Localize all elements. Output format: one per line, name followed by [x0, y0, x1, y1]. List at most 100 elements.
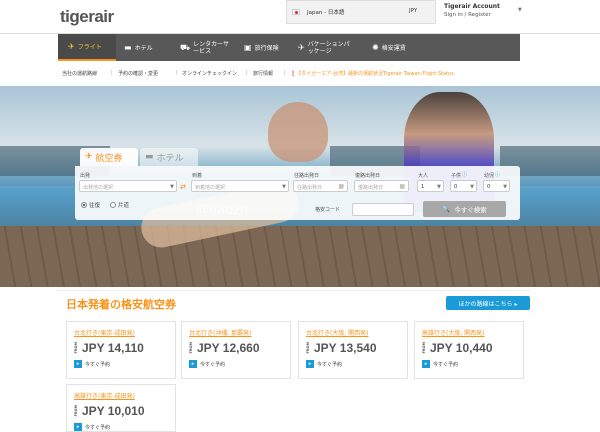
subnav-separator: |: [246, 70, 248, 76]
subnav-manage-booking-link[interactable]: 予約の確認・変更: [118, 70, 158, 77]
deal-route-link[interactable]: 台北行き(大阪, 関西発): [306, 328, 369, 337]
depart-select[interactable]: 出発地の選択 ▼: [79, 180, 177, 192]
info-icon[interactable]: ⓘ: [462, 171, 467, 178]
infant-label: 幼児: [484, 173, 495, 179]
deal-price: JPY 13,540: [314, 341, 377, 355]
depart-label: 出発: [80, 173, 91, 179]
from-label: FROM: [74, 342, 78, 354]
book-now-link[interactable]: 今すぐ予約: [433, 361, 458, 368]
from-label: FROM: [74, 405, 78, 417]
book-now-link[interactable]: 今すぐ予約: [200, 361, 225, 368]
from-label: FROM: [306, 342, 310, 354]
subnav-checkin-link[interactable]: オンラインチェックイン: [182, 70, 237, 77]
chevron-down-icon: ▼: [170, 184, 174, 190]
deal-card[interactable]: 台北行き(東京-成田発) FROM JPY 14,110 ▸ 今すぐ予約: [66, 321, 176, 379]
roundtrip-radio[interactable]: 往復: [81, 201, 100, 209]
more-routes-button[interactable]: ほかの路線はこちら ▸: [446, 296, 530, 310]
subnav-routes-link[interactable]: 当社の運航路線: [62, 70, 97, 77]
nav-insurance[interactable]: ▣ 旅行保険: [244, 34, 279, 61]
currency-label: JPY: [409, 8, 418, 14]
deal-price: JPY 12,660: [197, 341, 260, 355]
calendar-icon: ▦: [399, 183, 405, 190]
nav-vacation-package[interactable]: ✈ バケーションパッケージ: [298, 34, 358, 61]
package-icon: ✈: [298, 43, 305, 52]
chevron-down-icon[interactable]: ▼: [518, 7, 522, 13]
search-icon: 🔍: [442, 205, 451, 213]
radio-unchecked-icon: [110, 202, 116, 208]
adult-count-select[interactable]: 1 ▼: [417, 180, 444, 192]
deal-card[interactable]: 台北行き(大阪, 関西発) FROM JPY 13,540 ▸ 今すぐ予約: [298, 321, 408, 379]
infant-count-select[interactable]: 0 ▼: [483, 180, 510, 192]
oneway-radio[interactable]: 片道: [110, 201, 129, 209]
flight-status-alert-link[interactable]: ❗【タイガーエア-台湾】最新の運航状況Tigerair Taiwan Fligh…: [290, 70, 454, 77]
chevron-down-icon: ▼: [282, 184, 286, 190]
account-menu[interactable]: Tigerair Account Sign in / Register: [444, 3, 544, 18]
subnav-separator: |: [284, 70, 286, 76]
locale-selector[interactable]: Japan - 日本語 JPY: [286, 0, 436, 24]
sub-nav: 当社の運航路線 | 予約の確認・変更 | オンラインチェックイン | 旅行情報 …: [58, 61, 520, 86]
locale-name: Japan - 日本語: [307, 10, 345, 16]
outbound-date-label: 往路出発日: [294, 173, 320, 179]
deal-card[interactable]: 高雄行き(東京-成田発) FROM JPY 10,010 ▸ 今すぐ予約: [66, 384, 176, 432]
wooden-deck: [0, 226, 600, 287]
tigerair-logo[interactable]: tigerair: [60, 7, 114, 27]
chevron-down-icon: ▼: [470, 184, 474, 190]
arrive-label: 到着: [192, 173, 203, 179]
nav-low-fare[interactable]: ✺ 格安運賃: [372, 34, 406, 61]
radio-checked-icon: [81, 202, 87, 208]
search-button[interactable]: 🔍 今すぐ検索: [423, 201, 506, 217]
promo-code-input[interactable]: [352, 203, 414, 216]
child-count-select[interactable]: 0 ▼: [450, 180, 477, 192]
subnav-separator: |: [176, 70, 178, 76]
tab-flight[interactable]: ✈ 航空券: [80, 148, 138, 166]
deal-route-link[interactable]: 高雄行き(大阪, 関西発): [422, 328, 485, 337]
deal-route-link[interactable]: 台北行き(沖縄, 那覇発): [189, 328, 252, 337]
deal-price: JPY 10,440: [430, 341, 493, 355]
nav-flight[interactable]: ✈ フライト: [58, 34, 116, 61]
return-date-label: 復路出発日: [355, 173, 381, 179]
arrow-right-icon[interactable]: ▸: [74, 360, 82, 368]
account-title: Tigerair Account: [444, 3, 500, 10]
sign-in-register-link[interactable]: Sign in / Register: [444, 12, 544, 18]
return-date-input[interactable]: 復路出発日 ▦: [354, 180, 409, 192]
subnav-travel-info-link[interactable]: 旅行情報: [253, 70, 273, 77]
calendar-icon: ▦: [338, 183, 344, 190]
deal-route-link[interactable]: 台北行き(東京-成田発): [74, 328, 135, 337]
airplane-icon: ✈: [68, 42, 75, 51]
airplane-icon: ✈: [85, 152, 93, 162]
deal-route-link[interactable]: 高雄行き(東京-成田発): [74, 391, 135, 400]
arrow-right-icon[interactable]: ▸: [306, 360, 314, 368]
deal-price: JPY 14,110: [82, 341, 144, 355]
tab-hotel[interactable]: ▬ ホテル: [140, 148, 198, 166]
from-label: FROM: [189, 342, 193, 354]
hero-photo-girl: [268, 102, 328, 162]
arrive-select[interactable]: 到着地の選択 ▼: [191, 180, 289, 192]
book-now-link[interactable]: 今すぐ予約: [85, 361, 110, 368]
subnav-separator: |: [111, 70, 113, 76]
swap-icon[interactable]: ⇄: [180, 183, 186, 191]
arrow-right-icon[interactable]: ▸: [189, 360, 197, 368]
deal-price: JPY 10,010: [82, 404, 145, 418]
deals-title: 日本発着の格安航空券: [66, 298, 176, 311]
bed-icon: ▬: [124, 43, 132, 52]
gear-icon: ✺: [372, 43, 379, 52]
car-icon: ⛟: [180, 42, 191, 52]
book-now-link[interactable]: 今すぐ予約: [85, 424, 110, 431]
watermark-text: @haozh: [196, 203, 249, 218]
bed-icon: ▬: [145, 152, 154, 162]
chevron-down-icon: ▼: [503, 184, 507, 190]
arrow-right-icon[interactable]: ▸: [74, 423, 82, 431]
outbound-date-input[interactable]: 往路出発日 ▦: [293, 180, 348, 192]
nav-hotel[interactable]: ▬ ホテル: [124, 34, 153, 61]
arrow-right-icon[interactable]: ▸: [422, 360, 430, 368]
nav-car-rental[interactable]: ⛟ レンタカーサービス: [180, 34, 242, 61]
adult-label: 大人: [418, 173, 429, 179]
deal-card[interactable]: 台北行き(沖縄, 那覇発) FROM JPY 12,660 ▸ 今すぐ予約: [181, 321, 291, 379]
deal-card[interactable]: 高雄行き(大阪, 関西発) FROM JPY 10,440 ▸ 今すぐ予約: [414, 321, 524, 379]
insurance-icon: ▣: [244, 43, 252, 52]
book-now-link[interactable]: 今すぐ予約: [317, 361, 342, 368]
info-icon[interactable]: ⓘ: [495, 171, 500, 178]
japan-flag-icon: [292, 9, 300, 15]
main-nav: ✈ フライト ▬ ホテル ⛟ レンタカーサービス ▣ 旅行保険 ✈ バケーションパッケージ…: [58, 34, 520, 61]
section-divider: [58, 290, 530, 291]
